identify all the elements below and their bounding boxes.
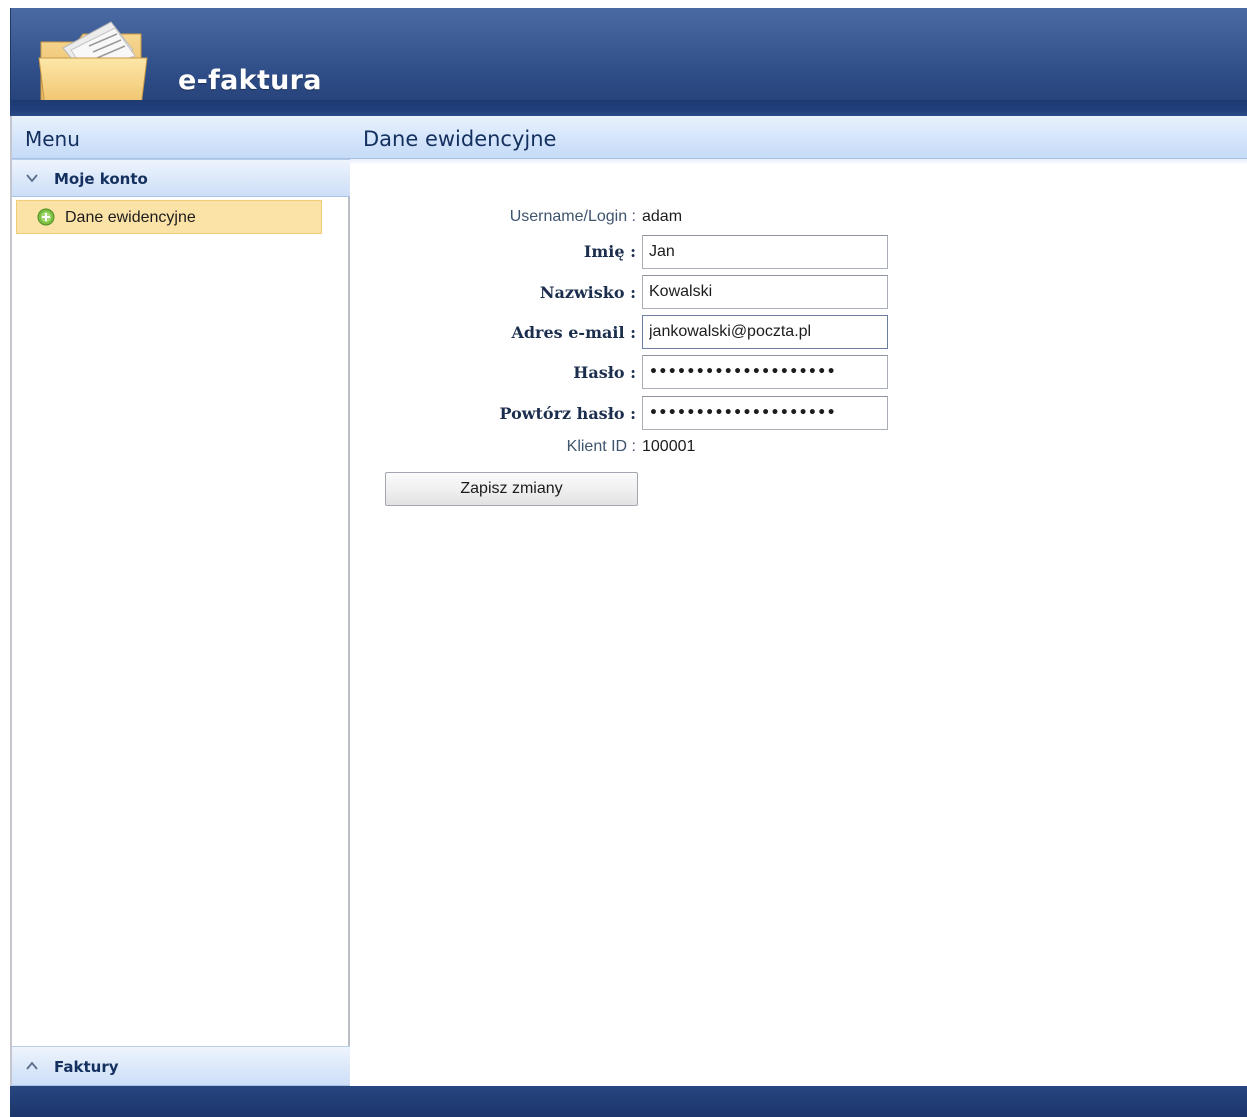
sidebar: Menu Moje konto Dane ewidencyjne Faktury [10, 116, 350, 1086]
sidebar-title: Menu [25, 127, 80, 151]
username-value: adam [642, 208, 683, 225]
sidebar-header: Menu [12, 116, 350, 159]
last-name-field[interactable] [642, 275, 888, 309]
accordion-group-label: Faktury [54, 1058, 119, 1076]
top-strip [0, 0, 1247, 8]
password-repeat-field[interactable] [642, 396, 888, 430]
accordion-group-faktury[interactable]: Faktury [12, 1046, 350, 1086]
app-title: e-faktura [178, 65, 322, 96]
content-header-shadow [350, 159, 1247, 165]
page-title: Dane ewidencyjne [363, 127, 557, 151]
accordion-group-label: Moje konto [54, 170, 148, 188]
folder-with-documents-icon [38, 21, 148, 107]
sidebar-item-dane-ewidencyjne[interactable]: Dane ewidencyjne [16, 200, 322, 234]
password-field[interactable] [642, 355, 888, 389]
first-name-label: Imię : [583, 242, 636, 261]
last-name-label: Nazwisko : [539, 283, 636, 302]
accordion-group-moje-konto[interactable]: Moje konto [12, 159, 350, 197]
client-id-value: 100001 [642, 438, 696, 455]
green-plus-circle-icon [37, 208, 55, 226]
email-field[interactable] [642, 315, 888, 349]
header-band [10, 100, 1247, 116]
password-label: Hasło : [573, 363, 636, 382]
password-repeat-label: Powtórz hasło : [499, 404, 636, 423]
client-id-label: Klient ID : [566, 438, 636, 455]
email-label: Adres e-mail : [511, 323, 636, 342]
content-header: Dane ewidencyjne [350, 116, 1247, 159]
save-changes-button[interactable]: Zapisz zmiany [385, 472, 638, 506]
sidebar-item-label: Dane ewidencyjne [65, 209, 196, 226]
app-window: e-faktura Menu Moje konto Dane ewidencyj… [0, 0, 1247, 1117]
footer-bar [10, 1086, 1247, 1117]
chevron-down-icon [26, 174, 38, 183]
first-name-field[interactable] [642, 235, 888, 269]
chevron-up-icon [26, 1061, 38, 1070]
app-header: e-faktura [10, 8, 1247, 107]
username-label: Username/Login : [509, 208, 636, 225]
